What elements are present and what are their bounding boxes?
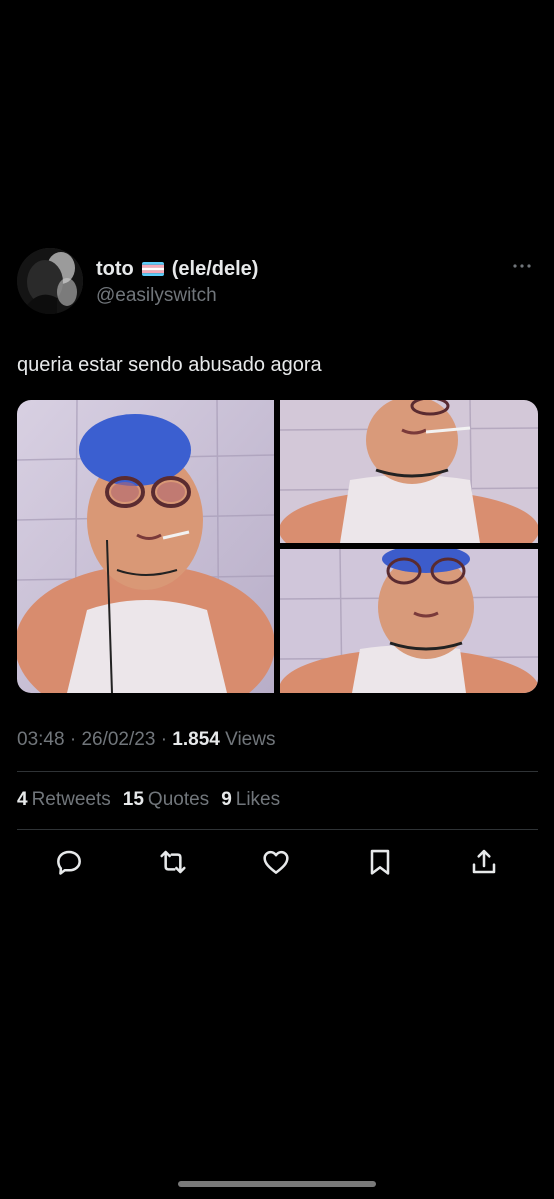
separator: · (160, 729, 168, 750)
display-name-row: toto (ele/dele) (96, 257, 258, 281)
bookmark-icon[interactable] (364, 846, 396, 878)
likes-count: 9 (221, 789, 232, 810)
quotes-stat[interactable]: 15 Quotes (123, 789, 209, 810)
retweet-icon[interactable] (157, 846, 189, 878)
more-horizontal-icon[interactable] (510, 254, 534, 278)
share-icon[interactable] (468, 846, 500, 878)
reply-icon[interactable] (53, 846, 85, 878)
likes-label: Likes (235, 789, 281, 810)
tweet-text: queria estar sendo abusado agora (17, 354, 322, 376)
tweet: toto (ele/dele) @easilyswitch queria est… (17, 248, 538, 878)
photo-2[interactable] (280, 400, 538, 543)
handle: @easilyswitch (96, 285, 217, 306)
media-grid (17, 400, 538, 693)
retweets-label: Retweets (31, 789, 111, 810)
action-bar (17, 846, 538, 878)
tweet-time: 03:48 (17, 729, 65, 750)
transgender-flag-icon (141, 262, 164, 276)
views-count: 1.854 (172, 729, 220, 750)
quotes-count: 15 (122, 789, 144, 810)
retweets-count: 4 (17, 789, 28, 810)
photo-1[interactable] (17, 400, 274, 693)
separator: · (69, 729, 77, 750)
retweets-stat[interactable]: 4 Retweets (17, 789, 111, 810)
tweet-detail-screen: toto (ele/dele) @easilyswitch queria est… (0, 0, 554, 1199)
likes-stat[interactable]: 9 Likes (221, 789, 280, 810)
divider (17, 771, 538, 772)
heart-icon[interactable] (260, 846, 292, 878)
photo-3[interactable] (280, 549, 538, 693)
tweet-header: toto (ele/dele) @easilyswitch (17, 248, 538, 314)
divider (17, 829, 538, 830)
tweet-meta: 03:48 · 26/02/23 · 1.854 Views (17, 728, 538, 752)
pronouns: (ele/dele) (171, 258, 259, 280)
display-name: toto (96, 258, 134, 280)
author-names[interactable]: toto (ele/dele) @easilyswitch (96, 257, 258, 307)
views-label: Views (225, 729, 276, 750)
home-indicator[interactable] (178, 1181, 376, 1187)
tweet-date: 26/02/23 (81, 729, 156, 750)
avatar[interactable] (17, 248, 83, 314)
tweet-stats: 4 Retweets 15 Quotes 9 Likes (17, 788, 538, 812)
quotes-label: Quotes (147, 789, 210, 810)
